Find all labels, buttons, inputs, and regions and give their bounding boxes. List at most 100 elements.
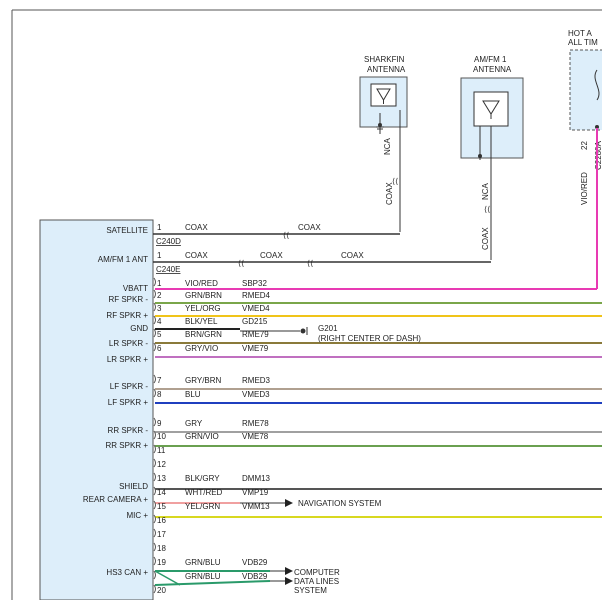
pin-label: RF SPKR -	[108, 295, 148, 304]
pin-bracket	[153, 584, 156, 594]
pin-label: LR SPKR -	[109, 339, 148, 348]
wire-color-code: GRN/BLU	[185, 558, 221, 567]
circuit-id: RMED4	[242, 291, 271, 300]
wire-color-code: BRN/GRN	[185, 330, 222, 339]
ground-id: G201	[318, 324, 338, 333]
pin-bracket	[153, 277, 156, 287]
pin-bracket	[153, 328, 156, 338]
pin-number: 4	[157, 317, 162, 326]
wire-color-code: GRN/VIO	[185, 432, 219, 441]
wire-color-code: YEL/GRN	[185, 502, 220, 511]
computer-label-2: DATA LINES	[294, 577, 339, 586]
pin-number: 3	[157, 304, 162, 313]
pin-bracket	[153, 374, 156, 384]
hot-label-2: ALL TIM	[568, 38, 598, 47]
amfm1-title-2: ANTENNA	[473, 65, 512, 74]
circuit-id: RME78	[242, 419, 269, 428]
pin-number: 12	[157, 460, 166, 469]
pin-number: 7	[157, 376, 162, 385]
sharkfin-title-1: SHARKFIN	[364, 55, 405, 64]
pin-number: 1	[157, 251, 162, 260]
wire-color-code: BLK/YEL	[185, 317, 218, 326]
fuse-wire-num: 22	[580, 141, 589, 150]
pin-label: MIC +	[126, 511, 148, 520]
pin-bracket	[153, 500, 156, 510]
circuit-id: VMED3	[242, 390, 270, 399]
computer-label-1: COMPUTER	[294, 568, 340, 577]
wire	[154, 580, 271, 586]
arrow-right-icon	[285, 499, 293, 507]
pin-number: 6	[157, 344, 162, 353]
pin-label: VBATT	[123, 284, 148, 293]
arrow-right-icon	[285, 577, 293, 585]
pin-bracket	[153, 556, 156, 566]
sharkfin-title-2: ANTENNA	[367, 65, 406, 74]
circuit-id: SBP32	[242, 279, 267, 288]
pin-bracket	[153, 302, 156, 312]
pin-bracket	[153, 472, 156, 482]
pin-number: 15	[157, 502, 166, 511]
sharkfin-antenna: SHARKFIN ANTENNA NCA ⟨⟨ COAX	[359, 55, 408, 232]
pin-bracket	[153, 514, 156, 524]
amfm1-inner	[473, 91, 509, 127]
pin-label: HS3 CAN +	[106, 568, 148, 577]
pin-label: REAR CAMERA +	[83, 495, 148, 504]
ground-location: (RIGHT CENTER OF DASH)	[318, 334, 421, 343]
pin-number: 16	[157, 516, 166, 525]
pin-bracket	[153, 388, 156, 398]
coax-break-icon: ⟨⟨	[238, 259, 244, 268]
nav-label: NAVIGATION SYSTEM	[298, 499, 382, 508]
wire-color-code: GRY/VIO	[185, 344, 218, 353]
coax-label-4: COAX	[260, 251, 283, 260]
pin-label: SATELLITE	[106, 226, 148, 235]
pin-bracket	[153, 289, 156, 299]
circuit-id: VDB29	[242, 558, 268, 567]
wire-color-code: BLU	[185, 390, 201, 399]
wire-color-code: BLK/GRY	[185, 474, 220, 483]
pin-number: 11	[157, 446, 166, 455]
pin-number: 10	[157, 432, 166, 441]
pin-number: 18	[157, 544, 166, 553]
pin-number: 13	[157, 474, 166, 483]
pin-bracket	[153, 528, 156, 538]
wire-color-code: WHT/RED	[185, 488, 223, 497]
wire-color-code: VIO/RED	[185, 279, 218, 288]
pin-number: 17	[157, 530, 166, 539]
circuit-id: VDB29	[242, 572, 268, 581]
wire-color-code: GRY	[185, 419, 203, 428]
circuit-id: VMED4	[242, 304, 270, 313]
pin-label: LF SPKR -	[110, 382, 149, 391]
pin-number: 2	[157, 291, 162, 300]
pin-bracket	[153, 486, 156, 496]
connector-c240e: C240E	[156, 265, 180, 274]
wiring-diagram: HOT A ALL TIM 22 C2280A VIO/RED SHARKFIN…	[11, 9, 602, 601]
pin-label: GND	[130, 324, 148, 333]
coax-label-2: COAX	[298, 223, 321, 232]
pin-number: 20	[157, 586, 166, 595]
circuit-id: VME79	[242, 344, 269, 353]
pin-number: 8	[157, 390, 162, 399]
coax-label-5: COAX	[341, 251, 364, 260]
wire-color-code: GRY/BRN	[185, 376, 222, 385]
ground-icon	[300, 328, 306, 334]
pin-number: 9	[157, 419, 162, 428]
coax-break-icon: ⟨⟨	[307, 259, 313, 268]
pin-number: 14	[157, 488, 166, 497]
pin-label: RR SPKR +	[106, 441, 149, 450]
amfm1-coax: COAX	[481, 227, 490, 250]
connector-c240d: C240D	[156, 237, 181, 246]
pin-bracket	[153, 430, 156, 440]
pin-bracket	[153, 315, 156, 325]
pin-label: RF SPKR +	[106, 311, 148, 320]
pin-label: RR SPKR -	[108, 426, 149, 435]
hot-label-1: HOT A	[568, 29, 593, 38]
amfm1-antenna: AM/FM 1 ANTENNA NCA ⟨⟨ COAX	[460, 55, 524, 260]
amfm1-nca: NCA	[481, 182, 490, 200]
pin-row-group: 1 VIO/RED SBP32 2 GRN/BRN RMED4 3 YEL/ORG VMED4 4…	[153, 223, 271, 595]
wire-color-code: GRN/BLU	[185, 572, 221, 581]
pin-bracket	[153, 570, 156, 580]
coax-label-3: COAX	[185, 251, 208, 260]
fuse-wire-color: VIO/RED	[580, 172, 589, 205]
pin-number: 1	[157, 279, 162, 288]
sharkfin-coax: COAX	[385, 182, 394, 205]
